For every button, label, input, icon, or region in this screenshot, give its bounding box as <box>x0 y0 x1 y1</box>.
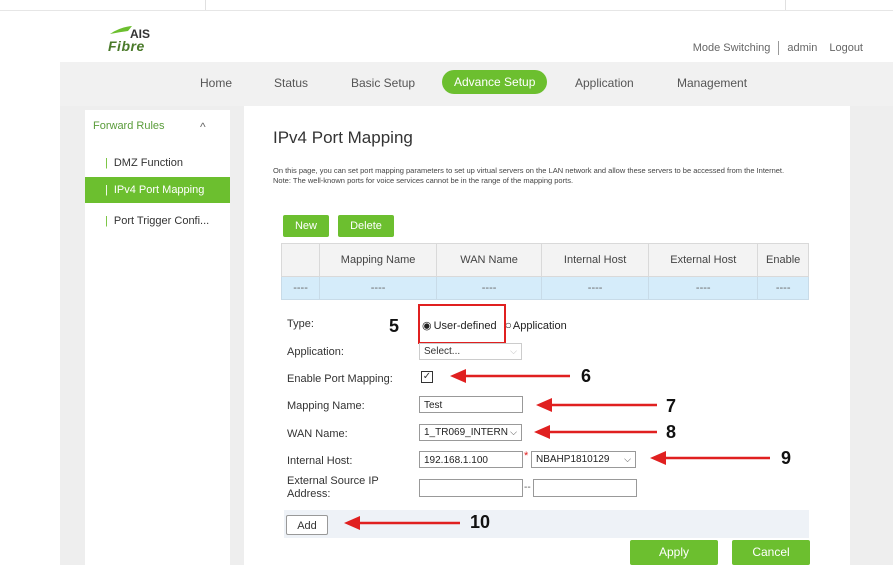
annotation-arrows <box>344 369 770 530</box>
annotation-arrow-8 <box>534 425 657 439</box>
annotation-arrow-10 <box>344 516 460 530</box>
annotation-arrow-7 <box>536 398 657 412</box>
annotation-arrow-6 <box>450 369 570 383</box>
annotation-arrow-9 <box>650 451 770 465</box>
